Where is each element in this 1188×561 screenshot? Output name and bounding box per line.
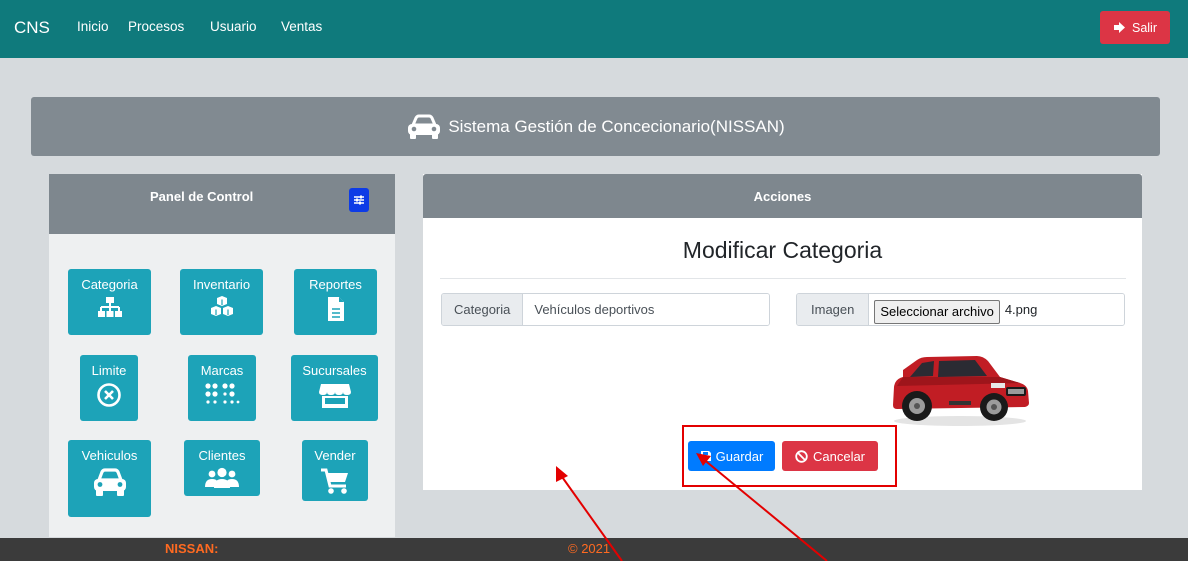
truck-image	[893, 356, 1029, 426]
sliders-button[interactable]	[349, 188, 369, 212]
logout-label: Salir	[1131, 20, 1157, 35]
footer: NISSAN: © 2021	[0, 538, 1188, 561]
image-input-group: Imagen Seleccionar archivo 4.png	[796, 293, 1125, 326]
file-name: 4.png	[1004, 302, 1038, 317]
top-navbar: CNS Inicio Procesos Usuario Ventas Salir	[0, 0, 1188, 58]
footer-brand: NISSAN:	[165, 541, 219, 556]
store-icon	[318, 384, 351, 408]
image-label: Imagen	[797, 294, 870, 325]
tile-limite[interactable]: Limite	[80, 355, 138, 421]
control-panel-header: Panel de Control	[49, 174, 395, 234]
footer-copyright: © 2021	[568, 541, 611, 556]
tile-vehiculos[interactable]: Vehiculos	[68, 440, 151, 517]
tile-label: Inventario	[192, 277, 251, 292]
form-title: Modificar Categoria	[682, 237, 883, 263]
tile-inventario[interactable]: Inventario	[180, 269, 263, 335]
divider	[440, 278, 1126, 279]
control-panel-title: Panel de Control	[150, 189, 254, 204]
tile-label: Categoria	[81, 277, 138, 292]
tile-marcas[interactable]: Marcas	[188, 355, 256, 421]
nav-link-inicio[interactable]: Inicio	[77, 19, 109, 34]
car-icon	[93, 468, 126, 496]
times-circle-icon	[97, 383, 121, 407]
cart-icon	[321, 468, 348, 494]
tile-sucursales[interactable]: Sucursales	[291, 355, 378, 421]
annotation-highlight-box	[682, 425, 897, 487]
category-input[interactable]: Vehículos deportivos	[523, 294, 769, 325]
image-file-input: Seleccionar archivo 4.png	[869, 294, 1124, 325]
tile-categoria[interactable]: Categoria	[68, 269, 151, 335]
nav-link-procesos[interactable]: Procesos	[128, 19, 184, 34]
sitemap-icon	[97, 297, 122, 317]
car-icon	[408, 114, 441, 139]
sliders-icon	[354, 195, 364, 205]
navbar-brand[interactable]: CNS	[14, 18, 50, 38]
actions-header: Acciones	[423, 174, 1142, 218]
category-input-group: Categoria Vehículos deportivos	[441, 293, 770, 326]
category-label: Categoria	[442, 294, 524, 325]
tile-label: Reportes	[309, 277, 362, 292]
tile-label: Clientes	[198, 448, 246, 463]
tile-label: Sucursales	[302, 363, 367, 378]
page-title: Sistema Gestión de Concecionario(NISSAN)	[448, 116, 785, 136]
tile-vender[interactable]: Vender	[302, 440, 368, 501]
tile-label: Vender	[314, 448, 356, 463]
tile-reportes[interactable]: Reportes	[294, 269, 377, 335]
cubes-icon	[210, 296, 233, 316]
nav-link-usuario[interactable]: Usuario	[210, 19, 257, 34]
tile-label: Marcas	[200, 363, 244, 378]
tile-label: Vehiculos	[81, 448, 138, 463]
sign-out-icon	[1113, 22, 1125, 33]
nav-link-ventas[interactable]: Ventas	[281, 19, 322, 34]
page-header: Sistema Gestión de Concecionario(NISSAN)	[31, 97, 1160, 156]
tile-clientes[interactable]: Clientes	[184, 440, 260, 496]
choose-file-button[interactable]: Seleccionar archivo	[874, 299, 1000, 324]
braille-icon	[205, 383, 240, 404]
logout-button[interactable]: Salir	[1100, 11, 1170, 44]
file-icon	[327, 297, 344, 321]
users-icon	[205, 467, 239, 488]
tile-label: Limite	[91, 363, 127, 378]
